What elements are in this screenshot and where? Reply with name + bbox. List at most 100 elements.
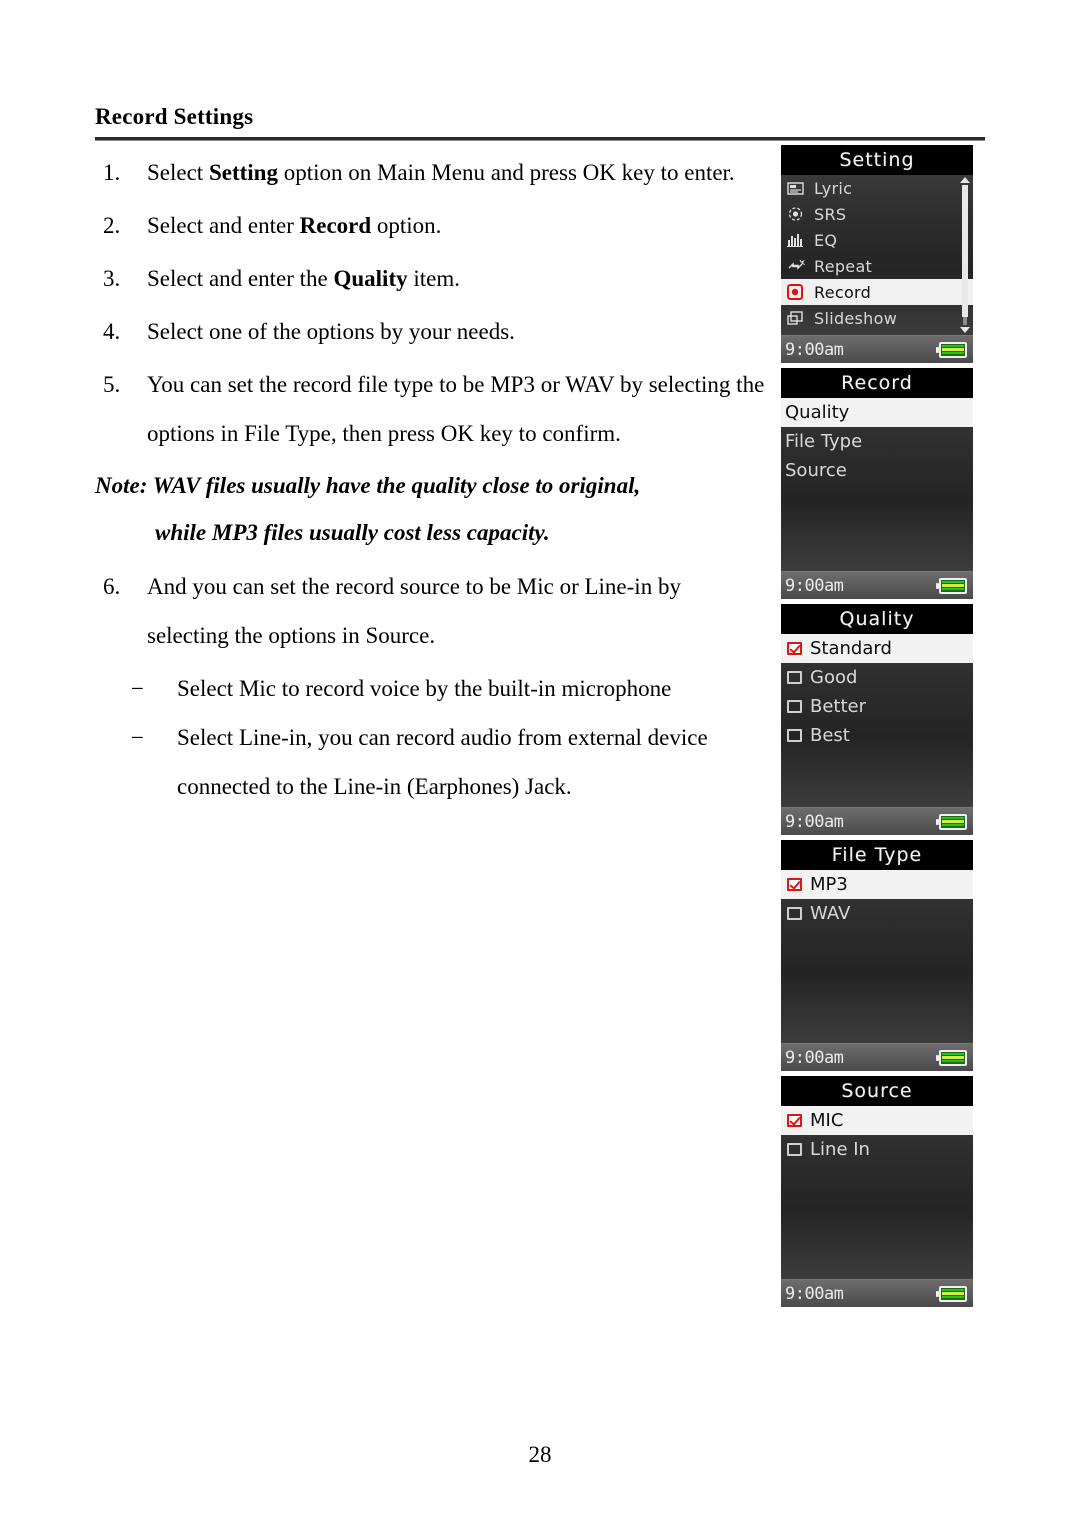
emphasis-text: Setting: [208, 160, 278, 185]
menu-item-label: EQ: [814, 230, 838, 250]
menu-item-label: Source: [785, 460, 847, 481]
plain-text: item.: [407, 266, 460, 291]
checkbox-unchecked-icon[interactable]: [787, 729, 802, 742]
checkbox-checked-icon[interactable]: [787, 1114, 802, 1127]
battery-segment: [942, 1059, 964, 1062]
menu-item-source[interactable]: Source: [781, 456, 973, 485]
step-item-3: 3. Select and enter the Quality item.: [95, 254, 765, 303]
checkbox-unchecked-icon[interactable]: [787, 671, 802, 684]
plain-text: Select and enter the: [147, 266, 334, 291]
screen-body: Quality File Type Source: [781, 398, 973, 571]
status-bar: 9:00am: [781, 807, 973, 835]
step-text: You can set the record file type to be M…: [147, 360, 765, 458]
menu-item-mic[interactable]: MIC: [781, 1106, 973, 1135]
battery-segment: [942, 1289, 964, 1292]
menu-item-line-in[interactable]: Line In: [781, 1135, 973, 1164]
menu-item-eq[interactable]: EQ: [781, 227, 973, 253]
plain-text: option.: [371, 213, 442, 238]
menu-item-best[interactable]: Best: [781, 721, 973, 750]
checkbox-unchecked-icon[interactable]: [787, 1143, 802, 1156]
battery-full-icon: [936, 341, 967, 358]
screen-title: Setting: [781, 145, 973, 175]
menu-item-mp3[interactable]: MP3: [781, 870, 973, 899]
status-bar: 9:00am: [781, 1043, 973, 1071]
status-bar: 9:00am: [781, 1279, 973, 1307]
plain-text: Select: [147, 160, 209, 185]
step-item-4: 4. Select one of the options by your need…: [95, 307, 765, 356]
menu-item-label: MP3: [810, 874, 848, 895]
battery-segment: [942, 817, 964, 820]
battery-segment: [942, 581, 964, 584]
step-text: Select and enter Record option.: [147, 201, 765, 250]
plain-text: You can set the record file type to be M…: [147, 372, 765, 446]
scrollbar-thumb[interactable]: [962, 185, 968, 317]
checkbox-unchecked-icon[interactable]: [787, 700, 802, 713]
status-clock: 9:00am: [785, 1283, 844, 1304]
eq-icon: [786, 231, 808, 249]
step-number: 1.: [103, 160, 121, 185]
step-number: 5.: [103, 372, 121, 397]
device-screen-setting: Setting Lyric SRS EQ Repeat Record Slideshow 9:…: [781, 145, 973, 363]
checkbox-unchecked-icon[interactable]: [787, 907, 802, 920]
menu-item-label: Best: [810, 725, 850, 746]
menu-item-label: WAV: [810, 903, 851, 924]
screen-body: Standard Good Better Best: [781, 634, 973, 807]
plain-text: Select and enter: [147, 213, 300, 238]
step-number: 6.: [103, 574, 121, 599]
step-text: And you can set the record source to be …: [147, 574, 681, 648]
note-line-2: while MP3 files usually cost less capaci…: [155, 520, 550, 545]
status-bar: 9:00am: [781, 571, 973, 599]
checkbox-checked-icon[interactable]: [787, 878, 802, 891]
battery-segment: [942, 1295, 964, 1298]
menu-item-standard[interactable]: Standard: [781, 634, 973, 663]
battery-segment: [942, 351, 964, 354]
battery-segment: [942, 1292, 964, 1295]
srs-icon: [786, 205, 808, 223]
emphasis-text: Quality: [333, 266, 408, 291]
menu-item-good[interactable]: Good: [781, 663, 973, 692]
manual-page: Record Settings 1. Select Setting option …: [0, 0, 1080, 1529]
plain-text: option on Main Menu and press OK key to …: [277, 160, 735, 185]
battery-segment: [942, 820, 964, 823]
page-number: 28: [528, 1442, 552, 1467]
menu-item-lyric[interactable]: Lyric: [781, 175, 973, 201]
status-clock: 9:00am: [785, 811, 844, 832]
page-title: Record Settings: [95, 104, 254, 129]
emphasis-text: Record: [299, 213, 372, 238]
menu-item-repeat[interactable]: Repeat: [781, 253, 973, 279]
sub-item-2: − Select Line-in, you can record audio fr…: [131, 713, 765, 811]
checkbox-checked-icon[interactable]: [787, 642, 802, 655]
screen-body: MP3 WAV: [781, 870, 973, 1043]
step-text: Select Setting option on Main Menu and p…: [147, 148, 765, 197]
note-line-1: Note: WAV files usually have the quality…: [95, 473, 641, 498]
note-block: Note: WAV files usually have the quality…: [95, 462, 765, 556]
device-screen-file-type: File Type MP3 WAV 9:00am: [781, 840, 973, 1071]
menu-item-srs[interactable]: SRS: [781, 201, 973, 227]
record-icon: [786, 283, 808, 301]
instructions-column: 1. Select Setting option on Main Menu and…: [95, 148, 765, 811]
sub-item-text: Select Line-in, you can record audio fro…: [177, 725, 708, 799]
battery-full-icon: [936, 577, 967, 594]
battery-segment: [942, 1053, 964, 1056]
menu-item-quality[interactable]: Quality: [781, 398, 973, 427]
sub-items-list: − Select Mic to record voice by the built…: [95, 664, 765, 811]
menu-item-wav[interactable]: WAV: [781, 899, 973, 928]
menu-item-better[interactable]: Better: [781, 692, 973, 721]
menu-item-label: Lyric: [814, 178, 853, 198]
screen-title: Record: [781, 368, 973, 398]
step-text: Select and enter the Quality item.: [147, 254, 765, 303]
menu-item-record[interactable]: Record: [781, 279, 973, 305]
status-clock: 9:00am: [785, 339, 844, 360]
step-item-6: 6. And you can set the record source to …: [95, 562, 765, 660]
menu-item-label: Record: [814, 282, 872, 302]
battery-segment: [942, 348, 964, 351]
scroll-down-arrow-icon[interactable]: [960, 327, 970, 333]
menu-item-slideshow[interactable]: Slideshow: [781, 305, 973, 331]
scrollbar[interactable]: [960, 177, 970, 333]
plain-text: Select one of the options by your needs.: [147, 319, 515, 344]
device-screen-quality: Quality Standard Good Better Best 9:00am: [781, 604, 973, 835]
menu-item-file-type[interactable]: File Type: [781, 427, 973, 456]
step-text: Select one of the options by your needs.: [147, 307, 765, 356]
scroll-up-arrow-icon[interactable]: [960, 177, 970, 183]
status-bar: 9:00am: [781, 335, 973, 363]
